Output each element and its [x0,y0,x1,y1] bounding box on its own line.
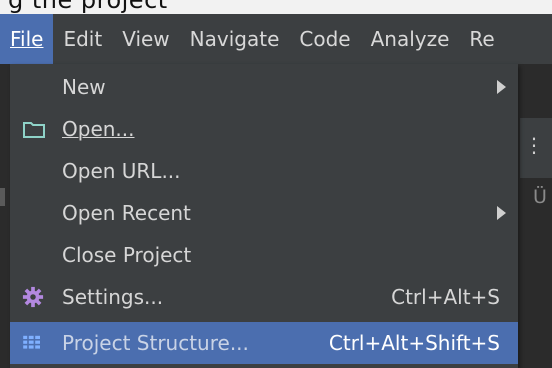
menu-view[interactable]: View [112,14,179,64]
menu-item-project-structure[interactable]: Project Structure... Ctrl+Alt+Shift+S [10,322,518,364]
menu-item-settings-label: Settings... [62,285,164,309]
more-options-icon[interactable]: ⋮ [524,135,544,155]
menu-item-close-project[interactable]: Close Project [10,234,518,276]
menu-code[interactable]: Code [289,14,360,64]
grid-icon [23,335,40,349]
menu-refactor[interactable]: Re [459,14,504,64]
menu-edit[interactable]: Edit [53,14,112,64]
menu-item-open[interactable]: Open... [10,108,518,150]
submenu-arrow-icon [497,206,506,220]
main-menubar: File Edit View Navigate Code Analyze Re [0,14,552,64]
menu-analyze[interactable]: Analyze [361,14,460,64]
folder-icon [23,122,45,138]
menu-item-project-structure-label: Project Structure... [62,331,249,355]
file-menu-dropdown: New Open... Open URL... Open Recent Clos… [10,64,518,368]
submenu-arrow-icon [497,80,506,94]
menu-item-open-recent[interactable]: Open Recent [10,192,518,234]
editor-side-text: Ü [533,186,547,208]
editor-background [520,64,552,368]
menu-view-label: View [122,27,170,51]
menu-navigate[interactable]: Navigate [180,14,290,64]
menu-item-new[interactable]: New [10,66,518,108]
menu-item-open-label: Open... [62,117,135,141]
settings-shortcut: Ctrl+Alt+S [391,285,500,309]
menu-refactor-label: Re [469,27,495,51]
menu-item-open-url-label: Open URL... [62,159,181,183]
menu-file[interactable]: File [0,14,54,64]
menu-item-open-url[interactable]: Open URL... [10,150,518,192]
menu-item-open-recent-label: Open Recent [62,201,191,225]
menu-navigate-label: Navigate [189,27,280,51]
menu-item-new-label: New [62,75,106,99]
gear-icon [22,286,44,308]
menu-file-label: File [10,27,44,51]
menu-code-label: Code [299,27,351,51]
menu-analyze-label: Analyze [370,27,450,51]
menu-item-settings[interactable]: Settings... Ctrl+Alt+S [10,276,518,318]
window-title-strip: g the project [0,0,552,14]
menu-edit-label: Edit [63,27,103,51]
menu-item-close-project-label: Close Project [62,243,192,267]
left-edge-handle [0,188,5,206]
project-structure-shortcut: Ctrl+Alt+Shift+S [328,331,500,355]
title-cut-text: g the project [8,0,168,14]
